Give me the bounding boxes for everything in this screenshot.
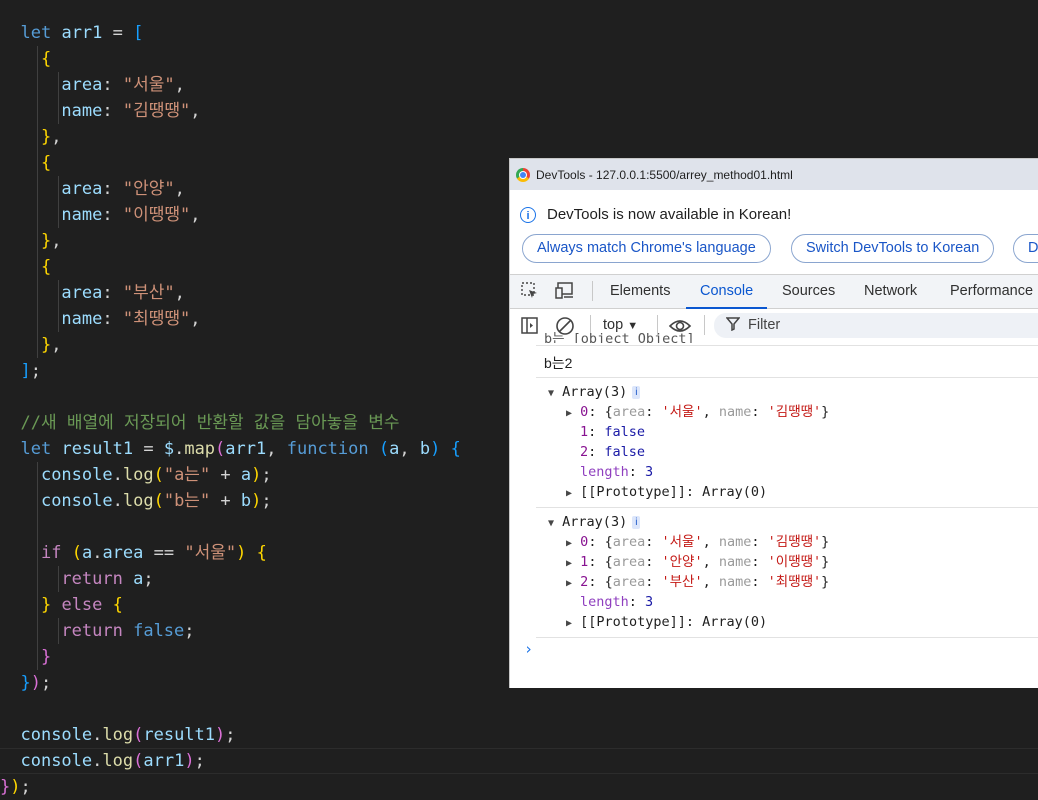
code-line: area: "서울", (61, 75, 185, 95)
tab-elements[interactable]: Elements (610, 275, 670, 308)
toolbar-separator (704, 315, 705, 335)
array-prototype[interactable]: ▶ [[Prototype]]: Array(0) (566, 612, 767, 632)
string-literal: "a는" (163, 465, 211, 485)
code-line: }); (0, 777, 31, 797)
code-line: if (a.area == "서울") { (40, 543, 267, 563)
devtools-titlebar[interactable]: DevTools - 127.0.0.1:5500/arrey_method01… (510, 159, 1038, 190)
console-message: b는2 (544, 355, 573, 371)
string-literal: "안양" (122, 179, 175, 199)
collapse-triangle-icon[interactable]: ▶ (566, 408, 572, 419)
code-line: }); (20, 673, 52, 693)
string-literal: "최땡땡" (122, 309, 191, 329)
filter-placeholder: Filter (748, 317, 781, 333)
code-line: }, (40, 127, 62, 147)
tab-performance[interactable]: Performance (950, 275, 1033, 308)
sidebar-toggle-icon[interactable] (520, 316, 540, 341)
dont-show-again-button[interactable]: D (1013, 234, 1038, 263)
console-message: b는 [object Object] (544, 331, 695, 343)
string-literal: "b는" (163, 491, 211, 511)
switch-to-korean-button[interactable]: Switch DevTools to Korean (791, 234, 995, 263)
language-infobar: i DevTools is now available in Korean! A… (510, 190, 1038, 275)
code-line: { (40, 257, 52, 277)
array-item[interactable]: ▶ 0: {area: '서울', name: '김땡땡'} (566, 402, 829, 422)
inspect-element-icon[interactable] (520, 281, 540, 306)
string-literal: "서울" (184, 543, 237, 563)
code-line: console.log(result1); (20, 725, 236, 745)
code-line: let arr1 = [ (20, 23, 144, 43)
collapse-triangle-icon[interactable]: ▶ (566, 538, 572, 549)
tab-network[interactable]: Network (864, 275, 917, 308)
code-line: console.log(arr1); (20, 751, 205, 771)
array-item[interactable]: ▶ 2: {area: '부산', name: '최땡땡'} (566, 572, 829, 592)
tab-sources[interactable]: Sources (782, 275, 835, 308)
code-line: { (40, 153, 52, 173)
tab-console[interactable]: Console (685, 275, 768, 309)
array-item: 2: false (580, 444, 646, 460)
filter-icon (725, 313, 741, 338)
code-line: name: "이땡땡", (61, 205, 201, 225)
collapse-triangle-icon[interactable]: ▶ (566, 488, 572, 499)
code-line: return false; (61, 621, 195, 641)
code-line: let result1 = $.map(arr1, function (a, b… (20, 439, 461, 459)
code-line: area: "부산", (61, 283, 185, 303)
expand-triangle-icon[interactable]: ▼ (548, 518, 554, 529)
array-length: length: 3 (580, 464, 654, 480)
code-line: name: "최땡땡", (61, 309, 201, 329)
array-header[interactable]: ▼ Array(3) i (548, 512, 641, 532)
code-line: name: "김땡땡", (61, 101, 201, 121)
collapse-triangle-icon[interactable]: ▶ (566, 558, 572, 569)
code-line: } else { (40, 595, 123, 615)
console-separator (536, 377, 1038, 378)
string-literal: "이땡땡" (122, 205, 191, 225)
info-icon: i (520, 207, 536, 223)
array-item[interactable]: ▶ 1: {area: '안양', name: '이땡땡'} (566, 552, 829, 572)
array-header[interactable]: ▼ Array(3) i (548, 382, 641, 402)
always-match-language-button[interactable]: Always match Chrome's language (522, 234, 771, 263)
toolbar-separator (592, 281, 593, 301)
code-line: console.log("a는" + a); (40, 465, 272, 485)
code-line: console.log("b는" + b); (40, 491, 272, 511)
console-prompt[interactable]: › (524, 640, 533, 658)
code-line: { (40, 49, 52, 69)
code-line: ]; (20, 361, 41, 381)
code-line: return a; (61, 569, 154, 589)
collapse-triangle-icon[interactable]: ▶ (566, 618, 572, 629)
code-line: //새 배열에 저장되어 반환할 값을 담아놓을 변수 (0, 410, 400, 436)
string-literal: "부산" (122, 283, 175, 303)
devtools-window[interactable]: DevTools - 127.0.0.1:5500/arrey_method01… (509, 158, 1038, 688)
infobar-message: DevTools is now available in Korean! (547, 206, 792, 223)
info-badge[interactable]: i (632, 516, 641, 529)
code-line: area: "안양", (61, 179, 185, 199)
array-item: 1: false (580, 424, 646, 440)
collapse-triangle-icon[interactable]: ▶ (566, 578, 572, 589)
window-title: DevTools - 127.0.0.1:5500/arrey_method01… (536, 167, 793, 182)
string-literal: "서울" (122, 75, 175, 95)
code-comment: //새 배열에 저장되어 반환할 값을 담아놓을 변수 (20, 413, 400, 433)
code-line: }, (40, 335, 62, 355)
string-literal: "김땡땡" (122, 101, 191, 121)
code-line: } (40, 647, 52, 667)
chrome-icon (516, 167, 530, 182)
console-output[interactable]: b는 [object Object] b는2 ▼ Array(3) i ▶ 0: … (510, 331, 1038, 688)
console-separator (536, 637, 1038, 638)
code-line: }, (40, 231, 62, 251)
devtools-tabbar: Elements Console Sources Network Perform… (510, 275, 1038, 309)
console-separator (536, 345, 1038, 346)
filter-input[interactable]: Filter (714, 313, 1038, 338)
expand-triangle-icon[interactable]: ▼ (548, 388, 554, 399)
array-prototype[interactable]: ▶ [[Prototype]]: Array(0) (566, 482, 767, 502)
info-badge[interactable]: i (632, 386, 641, 399)
device-toolbar-icon[interactable] (555, 281, 577, 306)
array-length: length: 3 (580, 594, 654, 610)
console-separator (536, 507, 1038, 508)
array-item[interactable]: ▶ 0: {area: '서울', name: '김땡땡'} (566, 532, 829, 552)
